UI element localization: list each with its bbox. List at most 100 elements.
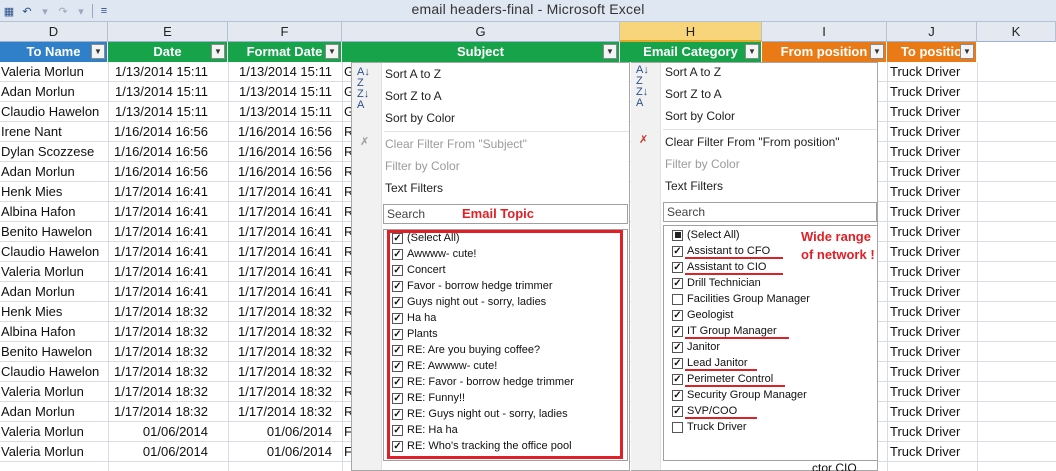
cell-to-name[interactable]: Claudio Hawelon bbox=[0, 102, 108, 122]
cell-to-name[interactable]: Adan Morlun bbox=[0, 402, 108, 422]
cell-date[interactable]: 1/17/2014 16:41 bbox=[108, 282, 228, 302]
cell-to-position[interactable]: Truck Driver bbox=[887, 262, 977, 282]
sort-a-to-z[interactable]: Sort A to Z bbox=[665, 65, 721, 79]
cell-to-position[interactable]: Truck Driver bbox=[887, 162, 977, 182]
cell-date[interactable]: 1/17/2014 16:41 bbox=[108, 262, 228, 282]
cell-to-position[interactable]: Truck Driver bbox=[887, 382, 977, 402]
cell-date[interactable]: 01/06/2014 bbox=[108, 442, 228, 462]
cell-date[interactable]: 1/17/2014 18:32 bbox=[108, 402, 228, 422]
cell-to-name[interactable]: Valeria Morlun bbox=[0, 442, 108, 462]
cell-to-position[interactable]: Truck Driver bbox=[887, 442, 977, 462]
checkbox[interactable]: ✓ bbox=[672, 357, 683, 369]
list-item[interactable]: ✓ Geologist bbox=[672, 307, 733, 323]
cell-to-position[interactable]: Truck Driver bbox=[887, 82, 977, 102]
column-header-h[interactable]: H bbox=[620, 22, 762, 42]
position-search-input[interactable] bbox=[663, 202, 877, 222]
cell-format-date[interactable]: 1/17/2014 18:32 bbox=[228, 382, 342, 402]
filter-dropdown-icon[interactable]: ▼ bbox=[211, 44, 225, 59]
clear-filter-subject[interactable]: Clear Filter From "Subject" bbox=[385, 137, 527, 151]
cell-date[interactable]: 1/17/2014 18:32 bbox=[108, 342, 228, 362]
sort-a-to-z[interactable]: Sort A to Z bbox=[385, 67, 441, 81]
cell-to-position[interactable]: Truck Driver bbox=[887, 202, 977, 222]
list-item[interactable]: (Select All) bbox=[672, 227, 740, 243]
cell-to-position[interactable]: Truck Driver bbox=[887, 362, 977, 382]
cell-to-name[interactable]: Claudio Hawelon bbox=[0, 242, 108, 262]
clear-filter-from-position[interactable]: Clear Filter From "From position" bbox=[665, 135, 840, 149]
checkbox[interactable]: ✓ bbox=[672, 405, 683, 417]
cell-date[interactable]: 1/17/2014 18:32 bbox=[108, 382, 228, 402]
checkbox[interactable]: ✓ bbox=[672, 341, 683, 353]
cell-to-name[interactable]: Valeria Morlun bbox=[0, 422, 108, 442]
list-item[interactable]: Truck Driver bbox=[672, 419, 746, 435]
cell-to-name[interactable]: Dylan Scozzese bbox=[0, 142, 108, 162]
cell-to-name[interactable]: Benito Hawelon bbox=[0, 342, 108, 362]
cell-to-position[interactable]: Truck Driver bbox=[887, 62, 977, 82]
cell-to-position[interactable]: Truck Driver bbox=[887, 102, 977, 122]
checkbox[interactable]: ✓ bbox=[672, 245, 683, 257]
cell-format-date[interactable]: 01/06/2014 bbox=[228, 422, 342, 442]
checkbox[interactable]: ✓ bbox=[672, 309, 683, 321]
column-header-e[interactable]: E bbox=[108, 22, 228, 42]
list-item[interactable]: Facilities Group Manager bbox=[672, 291, 810, 307]
checkbox-partial[interactable] bbox=[672, 229, 683, 241]
cell-format-date[interactable]: 1/13/2014 15:11 bbox=[228, 82, 342, 102]
cell-format-date[interactable]: 1/16/2014 16:56 bbox=[228, 122, 342, 142]
cell-to-name[interactable]: Henk Mies bbox=[0, 302, 108, 322]
cell-to-name[interactable]: Benito Hawelon bbox=[0, 222, 108, 242]
filter-active-icon[interactable]: ▼ bbox=[745, 44, 759, 59]
cell-to-position[interactable]: Truck Driver bbox=[887, 182, 977, 202]
cell-format-date[interactable]: 1/17/2014 18:32 bbox=[228, 302, 342, 322]
cell-format-date[interactable]: 1/17/2014 18:32 bbox=[228, 402, 342, 422]
cell-to-position[interactable]: Truck Driver bbox=[887, 322, 977, 342]
filter-dropdown-icon[interactable]: ▼ bbox=[325, 44, 339, 59]
cell-date[interactable]: 1/17/2014 18:32 bbox=[108, 322, 228, 342]
cell-to-name[interactable]: Adan Morlun bbox=[0, 82, 108, 102]
filter-dropdown-icon[interactable]: ▼ bbox=[603, 44, 617, 59]
column-header-d[interactable]: D bbox=[0, 22, 108, 42]
cell-date[interactable]: 1/17/2014 16:41 bbox=[108, 242, 228, 262]
cell-format-date[interactable]: 01/06/2014 bbox=[228, 442, 342, 462]
filter-by-color[interactable]: Filter by Color bbox=[385, 159, 460, 173]
checkbox[interactable]: ✓ bbox=[672, 325, 683, 337]
cell-to-name[interactable]: Valeria Morlun bbox=[0, 382, 108, 402]
cell-to-name[interactable]: Henk Mies bbox=[0, 182, 108, 202]
cell-to-name[interactable]: Adan Morlun bbox=[0, 282, 108, 302]
cell-to-position[interactable]: Truck Driver bbox=[887, 302, 977, 322]
filter-by-color[interactable]: Filter by Color bbox=[665, 157, 740, 171]
cell-format-date[interactable]: 1/16/2014 16:56 bbox=[228, 142, 342, 162]
cell-to-name[interactable]: Adan Morlun bbox=[0, 162, 108, 182]
cell-format-date[interactable]: 1/17/2014 16:41 bbox=[228, 202, 342, 222]
filter-active-icon[interactable]: ▼ bbox=[870, 44, 884, 59]
cell-to-name[interactable]: Irene Nant bbox=[0, 122, 108, 142]
checkbox[interactable]: ✓ bbox=[672, 389, 683, 401]
cell-date[interactable]: 1/13/2014 15:11 bbox=[108, 62, 228, 82]
sort-z-to-a[interactable]: Sort Z to A bbox=[385, 89, 442, 103]
column-header-g[interactable]: G bbox=[342, 22, 620, 42]
cell-to-position[interactable]: Truck Driver bbox=[887, 422, 977, 442]
column-header-j[interactable]: J bbox=[887, 22, 977, 42]
sort-by-color[interactable]: Sort by Color bbox=[665, 109, 735, 123]
filter-active-icon[interactable]: ▼ bbox=[960, 44, 974, 59]
cell-to-position[interactable]: Truck Driver bbox=[887, 142, 977, 162]
cell-format-date[interactable]: 1/17/2014 16:41 bbox=[228, 262, 342, 282]
cell-format-date[interactable]: 1/13/2014 15:11 bbox=[228, 62, 342, 82]
cell-to-position[interactable]: Truck Driver bbox=[887, 242, 977, 262]
cell-date[interactable]: 1/17/2014 16:41 bbox=[108, 222, 228, 242]
cell-to-position[interactable]: Truck Driver bbox=[887, 402, 977, 422]
list-item[interactable]: ✓ Security Group Manager bbox=[672, 387, 807, 403]
cell-to-name[interactable]: Albina Hafon bbox=[0, 202, 108, 222]
filter-dropdown-icon[interactable]: ▼ bbox=[91, 44, 105, 59]
list-item[interactable]: ✓ Janitor bbox=[672, 339, 720, 355]
cell-format-date[interactable]: 1/16/2014 16:56 bbox=[228, 162, 342, 182]
text-filters[interactable]: Text Filters bbox=[665, 179, 723, 193]
cell-date[interactable]: 1/16/2014 16:56 bbox=[108, 142, 228, 162]
cell-date[interactable]: 01/06/2014 bbox=[108, 422, 228, 442]
cell-date[interactable]: 1/13/2014 15:11 bbox=[108, 82, 228, 102]
cell-format-date[interactable]: 1/17/2014 16:41 bbox=[228, 222, 342, 242]
cell-format-date[interactable]: 1/17/2014 16:41 bbox=[228, 242, 342, 262]
cell-date[interactable]: 1/17/2014 16:41 bbox=[108, 182, 228, 202]
checkbox[interactable] bbox=[672, 421, 683, 433]
cell-date[interactable]: 1/16/2014 16:56 bbox=[108, 122, 228, 142]
cell-to-name[interactable]: Claudio Hawelon bbox=[0, 362, 108, 382]
cell-to-position[interactable]: Truck Driver bbox=[887, 122, 977, 142]
